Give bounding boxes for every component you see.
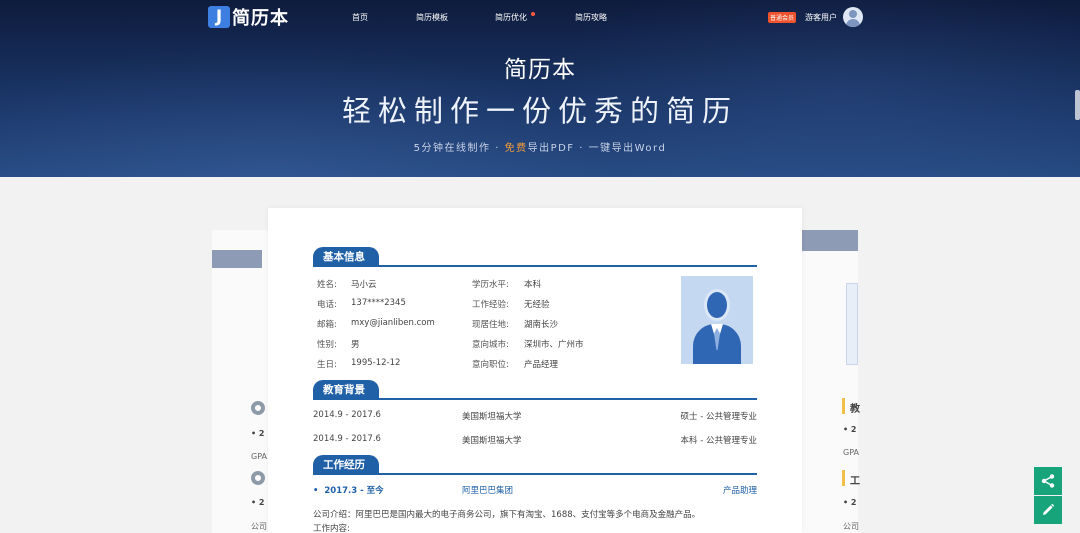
logo-text: 简历本 bbox=[232, 8, 289, 29]
value-target-position: 产品经理 bbox=[524, 360, 559, 370]
template-card-right-header bbox=[800, 230, 858, 251]
section-header-basic: 基本信息 bbox=[313, 247, 757, 267]
hero-sub-part1: 5分钟在线制作 · bbox=[413, 143, 505, 154]
avatar-head bbox=[849, 10, 857, 18]
top-nav: J 简历本 首页 简历模板 简历优化 简历攻略 普通会员 游客用户 bbox=[0, 0, 1080, 34]
value-education-level: 本科 bbox=[524, 280, 542, 290]
right-fragment-4: 工 bbox=[850, 476, 860, 487]
value-residence: 湖南长沙 bbox=[524, 320, 559, 330]
pencil-icon bbox=[1043, 503, 1055, 515]
nav-item-templates[interactable]: 简历模板 bbox=[416, 12, 448, 23]
section-header-education: 教育背景 bbox=[313, 380, 757, 400]
left-fragment-3: • 2 bbox=[251, 498, 265, 507]
share-icon bbox=[1041, 474, 1055, 488]
vip-badge[interactable]: 普通会员 bbox=[768, 12, 797, 23]
value-experience: 无经验 bbox=[524, 300, 550, 310]
value-birthday: 1995-12-12 bbox=[351, 358, 401, 368]
work-content-label: 工作内容: bbox=[313, 524, 350, 533]
right-fragment-3: GPA bbox=[843, 448, 859, 457]
left-fragment-2: GPA bbox=[251, 452, 267, 461]
edit-button[interactable] bbox=[1034, 496, 1062, 524]
photo-head bbox=[704, 289, 730, 321]
template-card-left[interactable] bbox=[212, 230, 272, 533]
timeline-ring-icon bbox=[251, 401, 265, 415]
notification-dot bbox=[531, 12, 535, 16]
edu-degree-1: 硕士 - 公共管理专业 bbox=[680, 412, 757, 422]
hero-banner: J 简历本 首页 简历模板 简历优化 简历攻略 普通会员 游客用户 简历本 轻松… bbox=[0, 0, 1080, 177]
edu-school-2: 美国斯坦福大学 bbox=[462, 436, 522, 446]
label-phone: 电话: bbox=[317, 300, 337, 310]
template-card-right[interactable] bbox=[795, 230, 858, 533]
timeline-ring-icon bbox=[251, 471, 265, 485]
user-avatar[interactable] bbox=[843, 7, 863, 27]
section-divider bbox=[313, 473, 757, 475]
section-marker bbox=[842, 470, 845, 486]
nav-item-optimize[interactable]: 简历优化 bbox=[495, 12, 527, 23]
value-email: mxy@jianliben.com bbox=[351, 318, 435, 328]
hero-sub-highlight: 免费 bbox=[504, 143, 528, 154]
logo-mark: J bbox=[208, 6, 230, 28]
share-button[interactable] bbox=[1034, 467, 1062, 495]
label-gender: 性别: bbox=[317, 340, 337, 350]
hero-sub-part2: 导出PDF · 一键导出Word bbox=[527, 143, 667, 154]
nav-item-guides[interactable]: 简历攻略 bbox=[575, 12, 607, 23]
work-position: 产品助理 bbox=[722, 486, 757, 496]
work-period: • 2017.3 - 至今 bbox=[313, 486, 384, 496]
section-divider bbox=[313, 265, 757, 267]
edu-period-1: 2014.9 - 2017.6 bbox=[313, 410, 381, 420]
template-card-right-photo bbox=[846, 283, 858, 365]
label-experience: 工作经验: bbox=[472, 300, 509, 310]
right-fragment-6: 公司 bbox=[843, 522, 859, 531]
work-company: 阿里巴巴集团 bbox=[462, 486, 514, 496]
value-target-city: 深圳市、广州市 bbox=[524, 340, 584, 350]
hero-title: 简历本 bbox=[504, 57, 576, 83]
section-marker bbox=[842, 398, 845, 414]
label-target-position: 意向职位: bbox=[472, 360, 509, 370]
user-name[interactable]: 游客用户 bbox=[805, 12, 837, 23]
work-intro: 公司介绍：阿里巴巴是国内最大的电子商务公司，旗下有淘宝、1688、支付宝等多个电… bbox=[313, 510, 701, 520]
label-name: 姓名: bbox=[317, 280, 337, 290]
edu-period-2: 2014.9 - 2017.6 bbox=[313, 434, 381, 444]
section-header-work: 工作经历 bbox=[313, 455, 757, 475]
profile-photo bbox=[681, 276, 753, 364]
value-gender: 男 bbox=[351, 340, 360, 350]
label-target-city: 意向城市: bbox=[472, 340, 509, 350]
section-tab-work: 工作经历 bbox=[313, 455, 379, 475]
right-fragment-1: 教 bbox=[850, 404, 860, 415]
label-education-level: 学历水平: bbox=[472, 280, 509, 290]
value-phone: 137****2345 bbox=[351, 298, 406, 308]
label-residence: 现居住地: bbox=[472, 320, 509, 330]
left-fragment-1: • 2 bbox=[251, 429, 265, 438]
hero-slogan: 轻松制作一份优秀的简历 bbox=[341, 94, 738, 128]
edu-degree-2: 本科 - 公共管理专业 bbox=[680, 436, 757, 446]
left-fragment-4: 公司 bbox=[251, 522, 267, 531]
site-logo[interactable]: J 简历本 bbox=[208, 6, 289, 29]
template-card-left-header bbox=[212, 250, 262, 268]
label-email: 邮箱: bbox=[317, 320, 337, 330]
avatar-body bbox=[846, 19, 860, 27]
hero-subtitle: 5分钟在线制作 · 免费导出PDF · 一键导出Word bbox=[0, 139, 1080, 154]
section-tab-education: 教育背景 bbox=[313, 380, 379, 400]
nav-item-home[interactable]: 首页 bbox=[352, 12, 368, 23]
right-fragment-2: • 2 bbox=[843, 425, 857, 434]
value-name: 马小云 bbox=[351, 280, 377, 290]
edu-school-1: 美国斯坦福大学 bbox=[462, 412, 522, 422]
label-birthday: 生日: bbox=[317, 360, 337, 370]
section-tab-basic: 基本信息 bbox=[313, 247, 379, 267]
right-fragment-5: • 2 bbox=[843, 498, 857, 507]
section-divider bbox=[313, 398, 757, 400]
